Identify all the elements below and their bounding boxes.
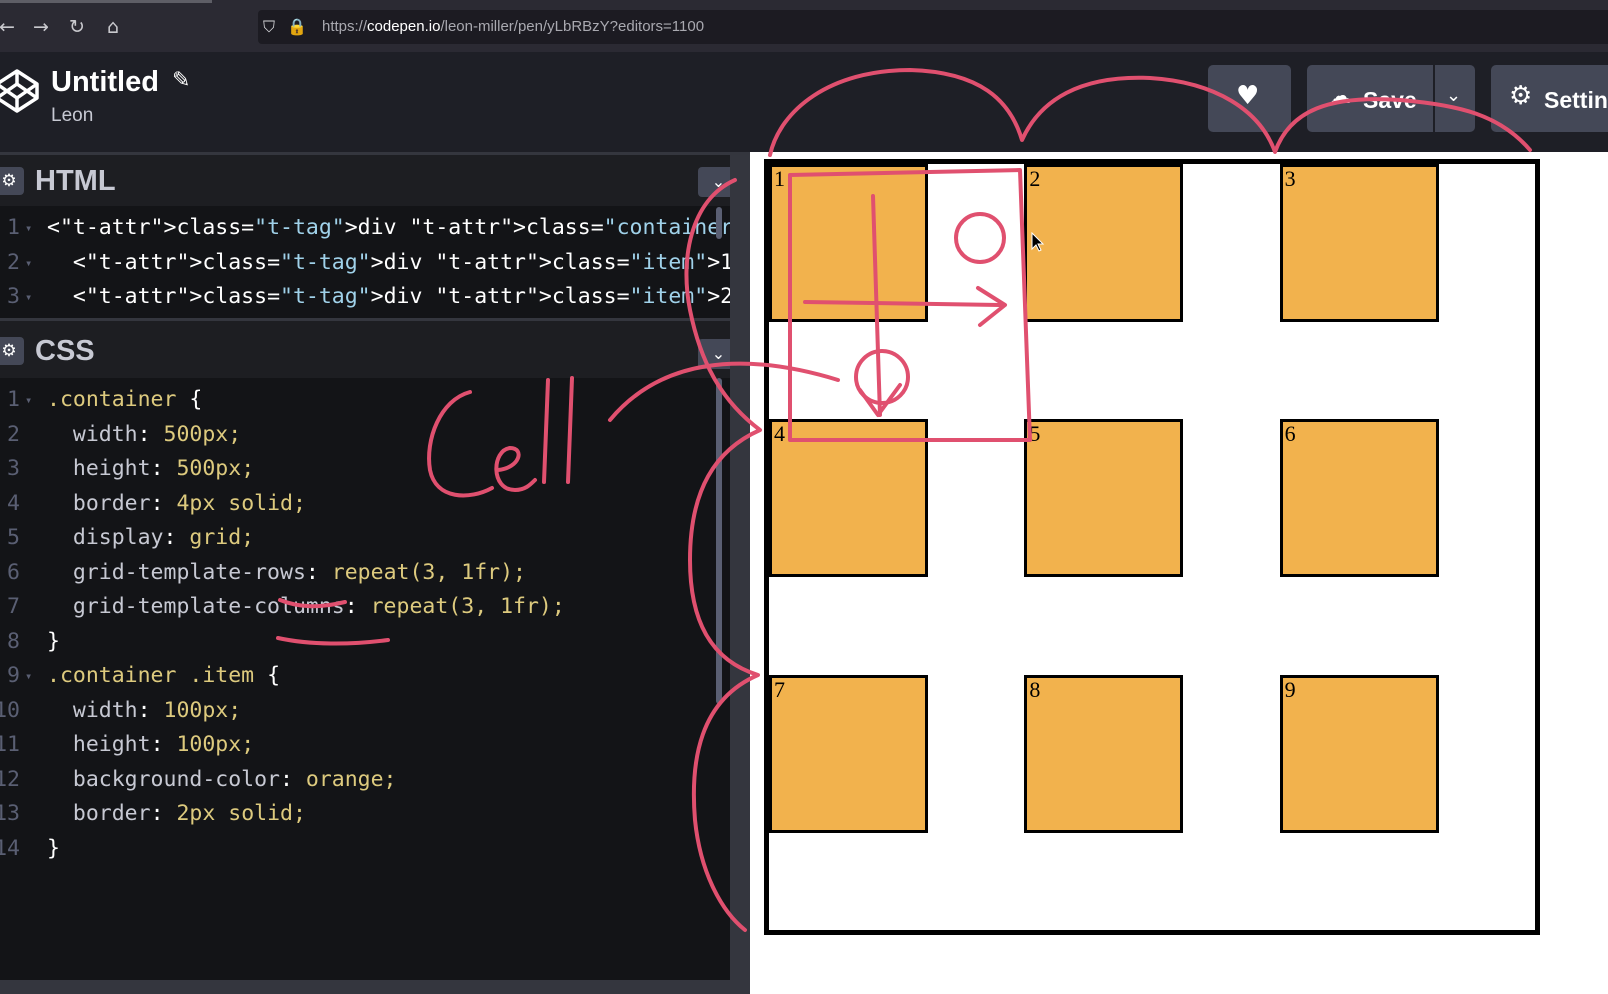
- line-number: 4: [7, 490, 20, 516]
- forward-icon[interactable]: →: [28, 14, 54, 40]
- reload-icon[interactable]: ↻: [64, 14, 90, 40]
- code-text: .container .item {: [47, 663, 281, 688]
- html-scrollbar[interactable]: [716, 207, 722, 239]
- gear-icon: ⚙: [1509, 81, 1533, 111]
- fold-chevron-icon[interactable]: ▾: [25, 383, 32, 417]
- css-scrollbar[interactable]: [716, 378, 722, 704]
- result-preview: 123 456 789: [750, 152, 1608, 994]
- code-text: grid-template-columns: repeat(3, 1fr);: [72, 594, 565, 619]
- css-panel-title: CSS: [35, 335, 95, 367]
- url-host: codepen.io: [367, 18, 441, 35]
- code-text: }: [47, 628, 60, 654]
- back-icon[interactable]: ←: [0, 14, 20, 40]
- editor-preview-resizer[interactable]: [730, 152, 750, 994]
- code-text: border: 2px solid;: [72, 801, 306, 826]
- codepen-header: Untitled ✎ Leon ♥ ☁ Save ⌄ ⚙ Settings: [0, 52, 1608, 152]
- codepen-logo-icon[interactable]: [0, 68, 40, 119]
- html-settings-gear-icon[interactable]: ⚙: [0, 167, 24, 195]
- editor-bottom-bar: [0, 980, 730, 994]
- code-text: border: 4px solid;: [72, 490, 306, 516]
- line-number: 9: [7, 663, 20, 688]
- fold-chevron-icon[interactable]: ▾: [25, 211, 32, 245]
- line-number: 3: [7, 284, 20, 309]
- grid-item: 6: [1279, 419, 1439, 578]
- code-text: grid-template-rows: repeat(3, 1fr);: [72, 559, 526, 585]
- love-button[interactable]: ♥: [1208, 65, 1291, 132]
- html-panel-header: ⚙ HTML ⌄: [0, 152, 748, 206]
- line-number: 8: [7, 628, 20, 654]
- url-protocol: https://: [322, 18, 368, 35]
- pen-author[interactable]: Leon: [51, 105, 93, 127]
- home-icon[interactable]: ⌂: [100, 14, 126, 40]
- grid-item: 4: [769, 419, 928, 578]
- code-text: display: grid;: [72, 525, 255, 550]
- css-code-editor[interactable]: 1 ▾ .container {2 width: 500px; 3 height: 5…: [0, 383, 730, 883]
- browser-toolbar: ← → ↻ ⌂ ⛉ 🔒 https://codepen.io/leon-mill…: [0, 0, 1608, 52]
- shield-icon[interactable]: ⛉: [258, 15, 280, 39]
- mouse-cursor-icon: [1031, 232, 1045, 252]
- grid-item: 3: [1279, 164, 1439, 322]
- line-number: 12: [0, 766, 20, 792]
- html-code-editor[interactable]: 1 ▾ <"t-attr">class="t-tag">div "t-attr">c…: [0, 211, 1108, 317]
- pencil-icon[interactable]: ✎: [172, 68, 190, 93]
- grid-item: 1: [769, 164, 928, 322]
- grid-item: 9: [1279, 674, 1439, 833]
- heart-icon: ♥: [1236, 81, 1260, 111]
- code-text: background-color: orange;: [72, 766, 397, 792]
- lock-icon[interactable]: 🔒: [286, 15, 308, 39]
- line-number: 1: [7, 215, 20, 240]
- code-text: height: 500px;: [72, 456, 255, 481]
- code-text: <"t-attr">class="t-tag">div "t-attr">cla…: [47, 215, 759, 240]
- line-number: 2: [7, 249, 20, 275]
- css-panel-header: ⚙ CSS ⌄: [0, 318, 748, 378]
- line-number: 14: [0, 835, 20, 861]
- code-text: width: 100px;: [72, 697, 242, 723]
- grid-item: 2: [1024, 164, 1184, 322]
- fold-chevron-icon[interactable]: ▾: [25, 659, 32, 693]
- url-text[interactable]: https://codepen.io/leon-miller/pen/yLbRB…: [322, 18, 704, 35]
- line-number: 7: [7, 594, 20, 619]
- code-text: }: [47, 835, 60, 861]
- pen-title[interactable]: Untitled: [51, 66, 159, 99]
- line-number: 10: [0, 697, 20, 723]
- editor-column: ⚙ HTML ⌄ 1 ▾ <"t-attr">class="t-tag">div "…: [0, 152, 1109, 994]
- grid-item: 5: [1024, 419, 1184, 578]
- save-label: Save: [1363, 87, 1417, 113]
- line-number: 5: [7, 525, 20, 550]
- grid-item: 7: [769, 674, 928, 833]
- save-button[interactable]: ☁ Save: [1307, 65, 1433, 132]
- grid-item: 8: [1024, 674, 1184, 833]
- code-text: .container {: [47, 387, 203, 412]
- line-number: 11: [0, 732, 20, 757]
- line-number: 1: [7, 387, 20, 412]
- html-panel-title: HTML: [35, 165, 116, 197]
- line-number: 3: [7, 456, 20, 481]
- css-settings-gear-icon[interactable]: ⚙: [0, 337, 24, 365]
- line-number: 6: [7, 559, 20, 585]
- settings-button[interactable]: ⚙ Settings: [1491, 65, 1608, 132]
- chevron-down-icon: ⌄: [1446, 85, 1462, 106]
- url-bar[interactable]: ⛉ 🔒 https://codepen.io/leon-miller/pen/y…: [258, 10, 1608, 44]
- fold-chevron-icon[interactable]: ▾: [25, 246, 32, 280]
- cloud-icon: ☁: [1329, 84, 1351, 109]
- active-tab-indicator: [0, 0, 212, 3]
- code-text: width: 500px;: [72, 421, 242, 447]
- grid-container: 123 456 789: [764, 159, 1540, 935]
- code-text: height: 100px;: [72, 732, 255, 757]
- line-number: 2: [7, 421, 20, 447]
- url-path: /leon-miller/pen/yLbRBzY?editors=1100: [440, 18, 705, 35]
- settings-label: Settings: [1544, 87, 1608, 113]
- save-options-button[interactable]: ⌄: [1435, 65, 1475, 132]
- fold-chevron-icon[interactable]: ▾: [25, 280, 32, 314]
- line-number: 13: [0, 801, 20, 826]
